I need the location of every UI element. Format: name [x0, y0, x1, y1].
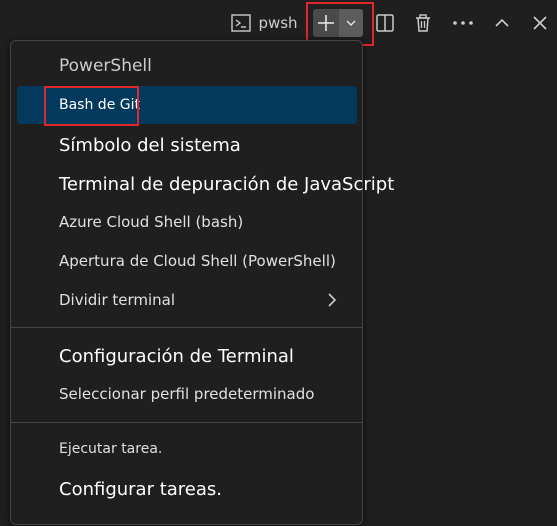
menu-item-configure-tasks[interactable]: Configurar tareas. [17, 470, 357, 508]
close-icon [531, 14, 549, 32]
highlight-box-git-bash [44, 86, 139, 126]
menu-item-command-prompt[interactable]: Símbolo del sistema [17, 126, 357, 164]
chevron-up-icon [493, 14, 511, 32]
menu-separator [11, 422, 362, 423]
menu-item-label: Terminal de depuración de JavaScript [59, 173, 395, 195]
split-icon [375, 13, 395, 33]
menu-item-js-debug-terminal[interactable]: Terminal de depuración de JavaScript [17, 165, 394, 203]
menu-item-select-default-profile[interactable]: Seleccionar perfil predeterminado [17, 375, 357, 413]
menu-item-azure-cloud-shell-bash[interactable]: Azure Cloud Shell (bash) [17, 203, 357, 241]
terminal-icon [230, 12, 252, 34]
menu-item-label: Seleccionar perfil predeterminado [59, 385, 315, 403]
close-panel-button[interactable] [526, 8, 554, 38]
menu-item-azure-cloud-shell-powershell[interactable]: Apertura de Cloud Shell (PowerShell) [17, 242, 357, 280]
menu-item-terminal-settings[interactable]: Configuración de Terminal [17, 337, 357, 375]
menu-item-label: Símbolo del sistema [59, 134, 241, 156]
menu-item-run-task[interactable]: Ejecutar tarea. [17, 430, 357, 468]
menu-separator [11, 327, 362, 328]
terminal-tab-label: pwsh [258, 14, 298, 32]
menu-item-label: Ejecutar tarea. [59, 441, 163, 457]
menu-item-label: PowerShell [59, 56, 152, 76]
ellipsis-icon [452, 19, 474, 27]
menu-item-powershell[interactable]: PowerShell [17, 47, 357, 85]
menu-item-label: Configurar tareas. [59, 478, 223, 500]
menu-item-label: Azure Cloud Shell (bash) [59, 213, 244, 231]
menu-item-label: Configuración de Terminal [59, 345, 294, 367]
maximize-panel-button[interactable] [488, 8, 516, 38]
trash-icon [413, 13, 433, 33]
menu-item-split-terminal[interactable]: Dividir terminal [17, 281, 357, 319]
menu-item-label: Apertura de Cloud Shell (PowerShell) [59, 252, 336, 270]
menu-item-label: Dividir terminal [59, 291, 176, 309]
split-terminal-button[interactable] [371, 8, 399, 38]
chevron-right-icon [325, 291, 339, 313]
kill-terminal-button[interactable] [409, 8, 437, 38]
terminal-tab-pwsh[interactable]: pwsh [226, 8, 302, 38]
more-actions-button[interactable] [448, 8, 478, 38]
